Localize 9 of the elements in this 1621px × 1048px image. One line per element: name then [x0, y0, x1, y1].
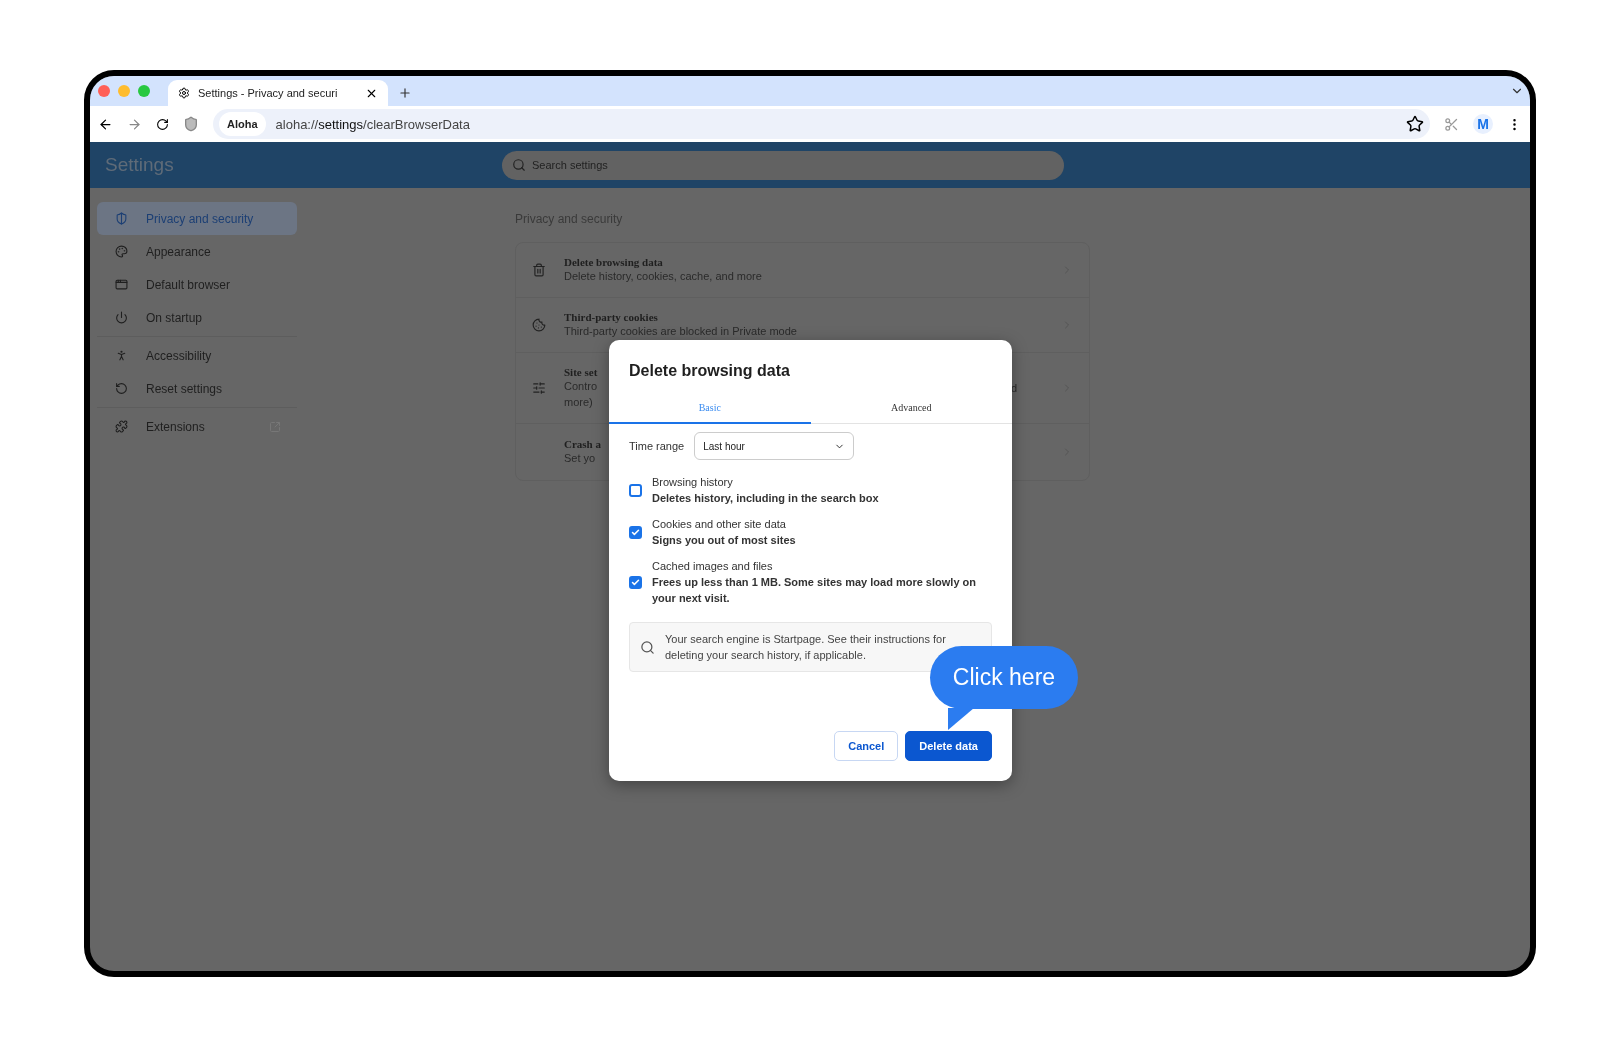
option-title: Browsing history: [652, 475, 734, 490]
option-description: Deletes history, including in the search box: [652, 491, 879, 506]
time-range-label: Time range: [629, 440, 685, 452]
url-text: aloha://settings/clearBrowserData: [275, 116, 471, 132]
option-description: Signs you out of most sites: [652, 533, 796, 548]
option-title: Cookies and other site data: [652, 517, 787, 532]
settings-title: Settings: [104, 154, 175, 176]
option-description: Frees up less than 1 MB. Some sites may load more slowly on your next visit.: [652, 575, 977, 606]
option-title: Cached images and files: [652, 559, 774, 574]
